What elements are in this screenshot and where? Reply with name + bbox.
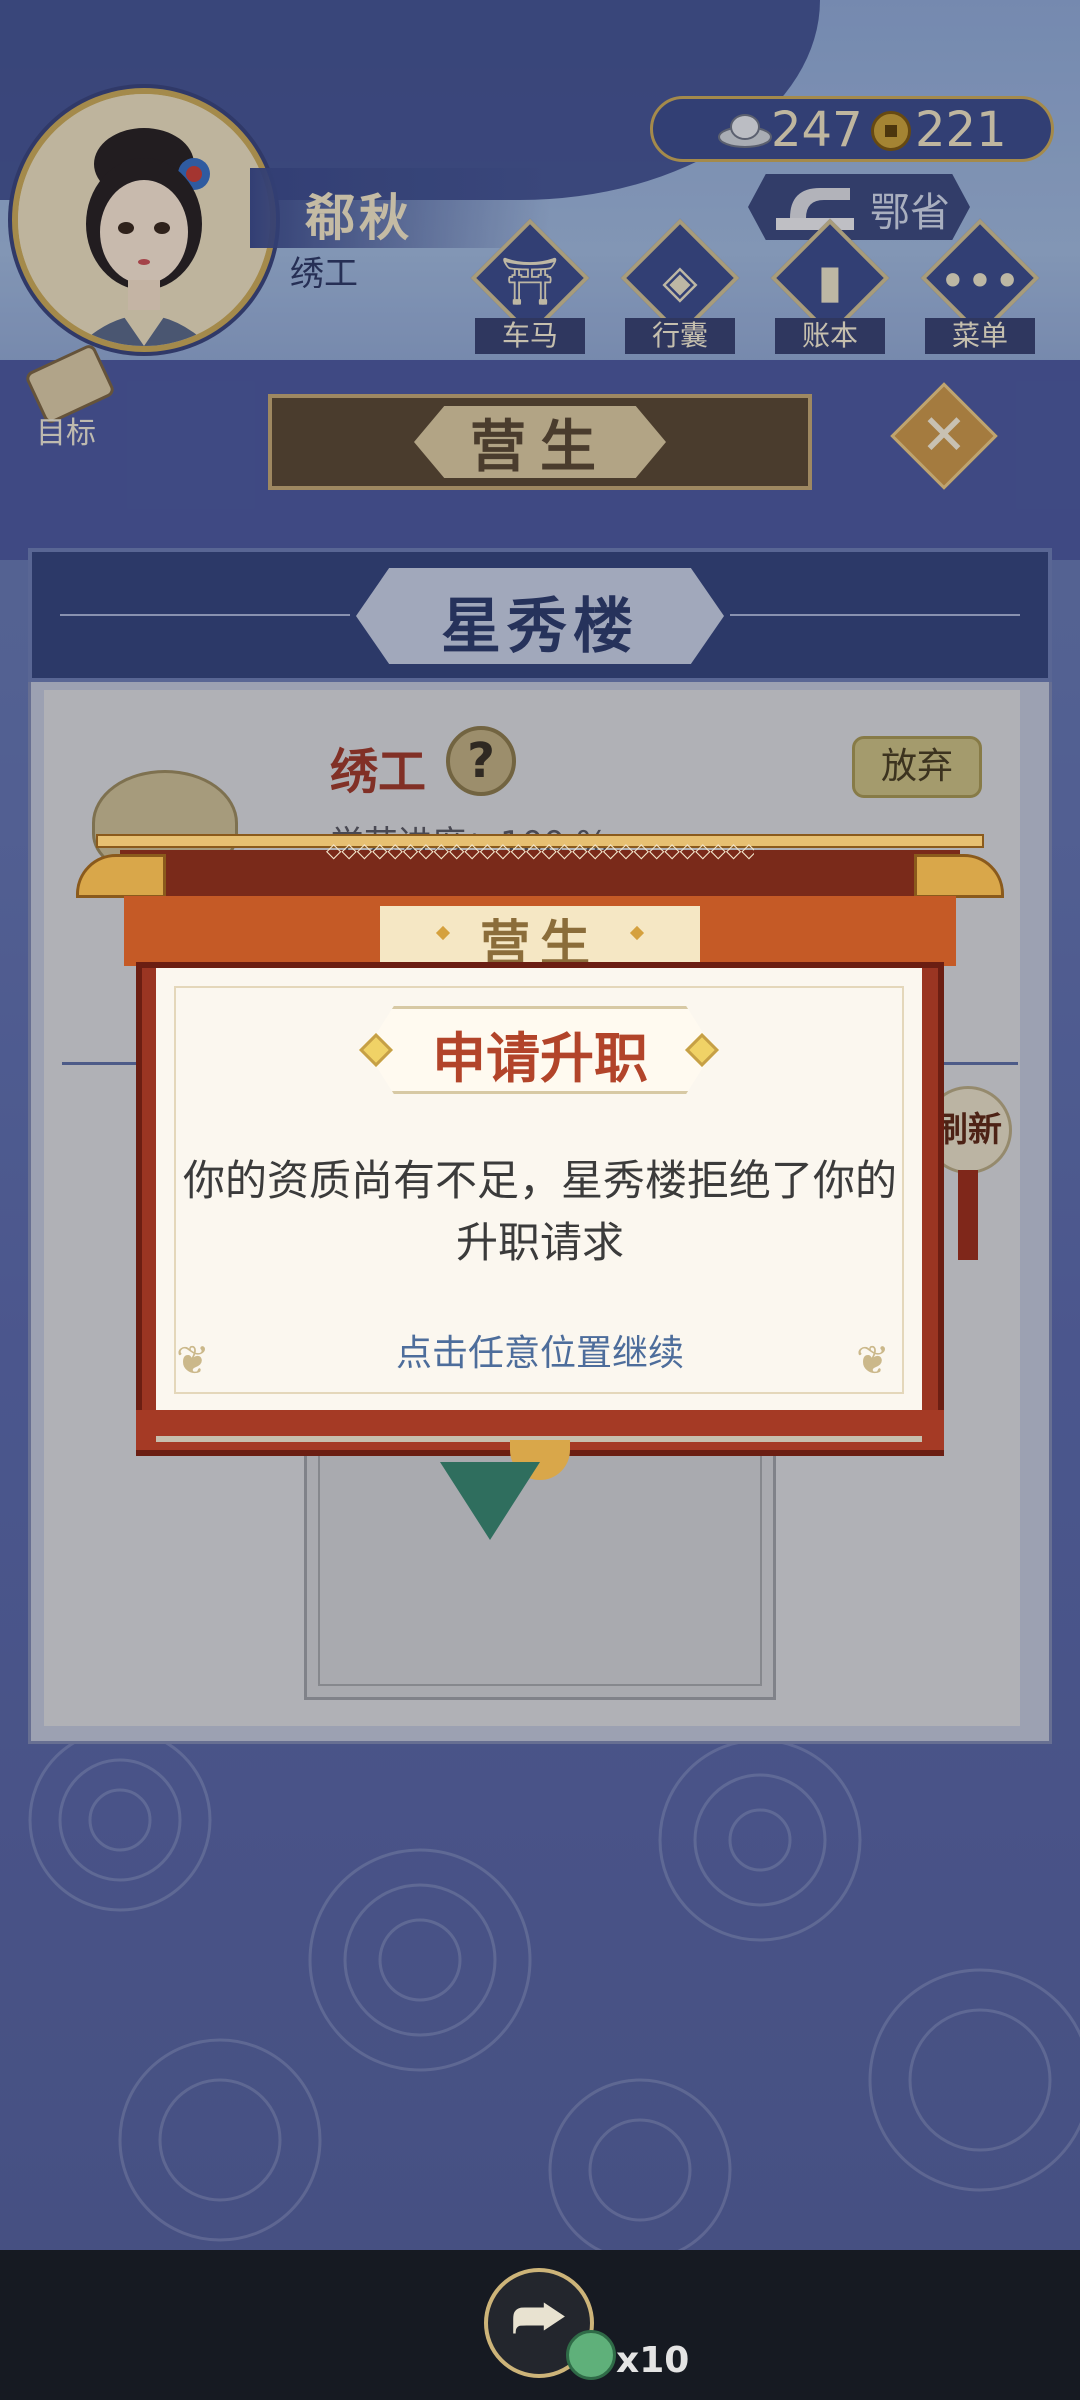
roof-pattern: ◇◇◇◇◇◇◇◇◇◇◇◇◇◇◇◇◇◇◇◇◇◇◇◇◇◇◇◇◇◇◇◇◇◇◇◇◇◇◇◇… bbox=[326, 838, 754, 862]
corner-ornament-icon: ❦ bbox=[176, 1338, 210, 1384]
green-pennant-icon bbox=[440, 1462, 540, 1540]
modal-title: 申请升职 bbox=[432, 1027, 648, 1090]
continue-hint[interactable]: 点击任意位置继续 bbox=[180, 1324, 900, 1376]
modal-message: 你的资质尚有不足，星秀楼拒绝了你的升职请求 bbox=[182, 1156, 897, 1267]
reward-count: x10 bbox=[616, 2340, 690, 2381]
jade-reward-icon bbox=[566, 2330, 616, 2380]
corner-ornament-icon: ❦ bbox=[856, 1338, 890, 1384]
